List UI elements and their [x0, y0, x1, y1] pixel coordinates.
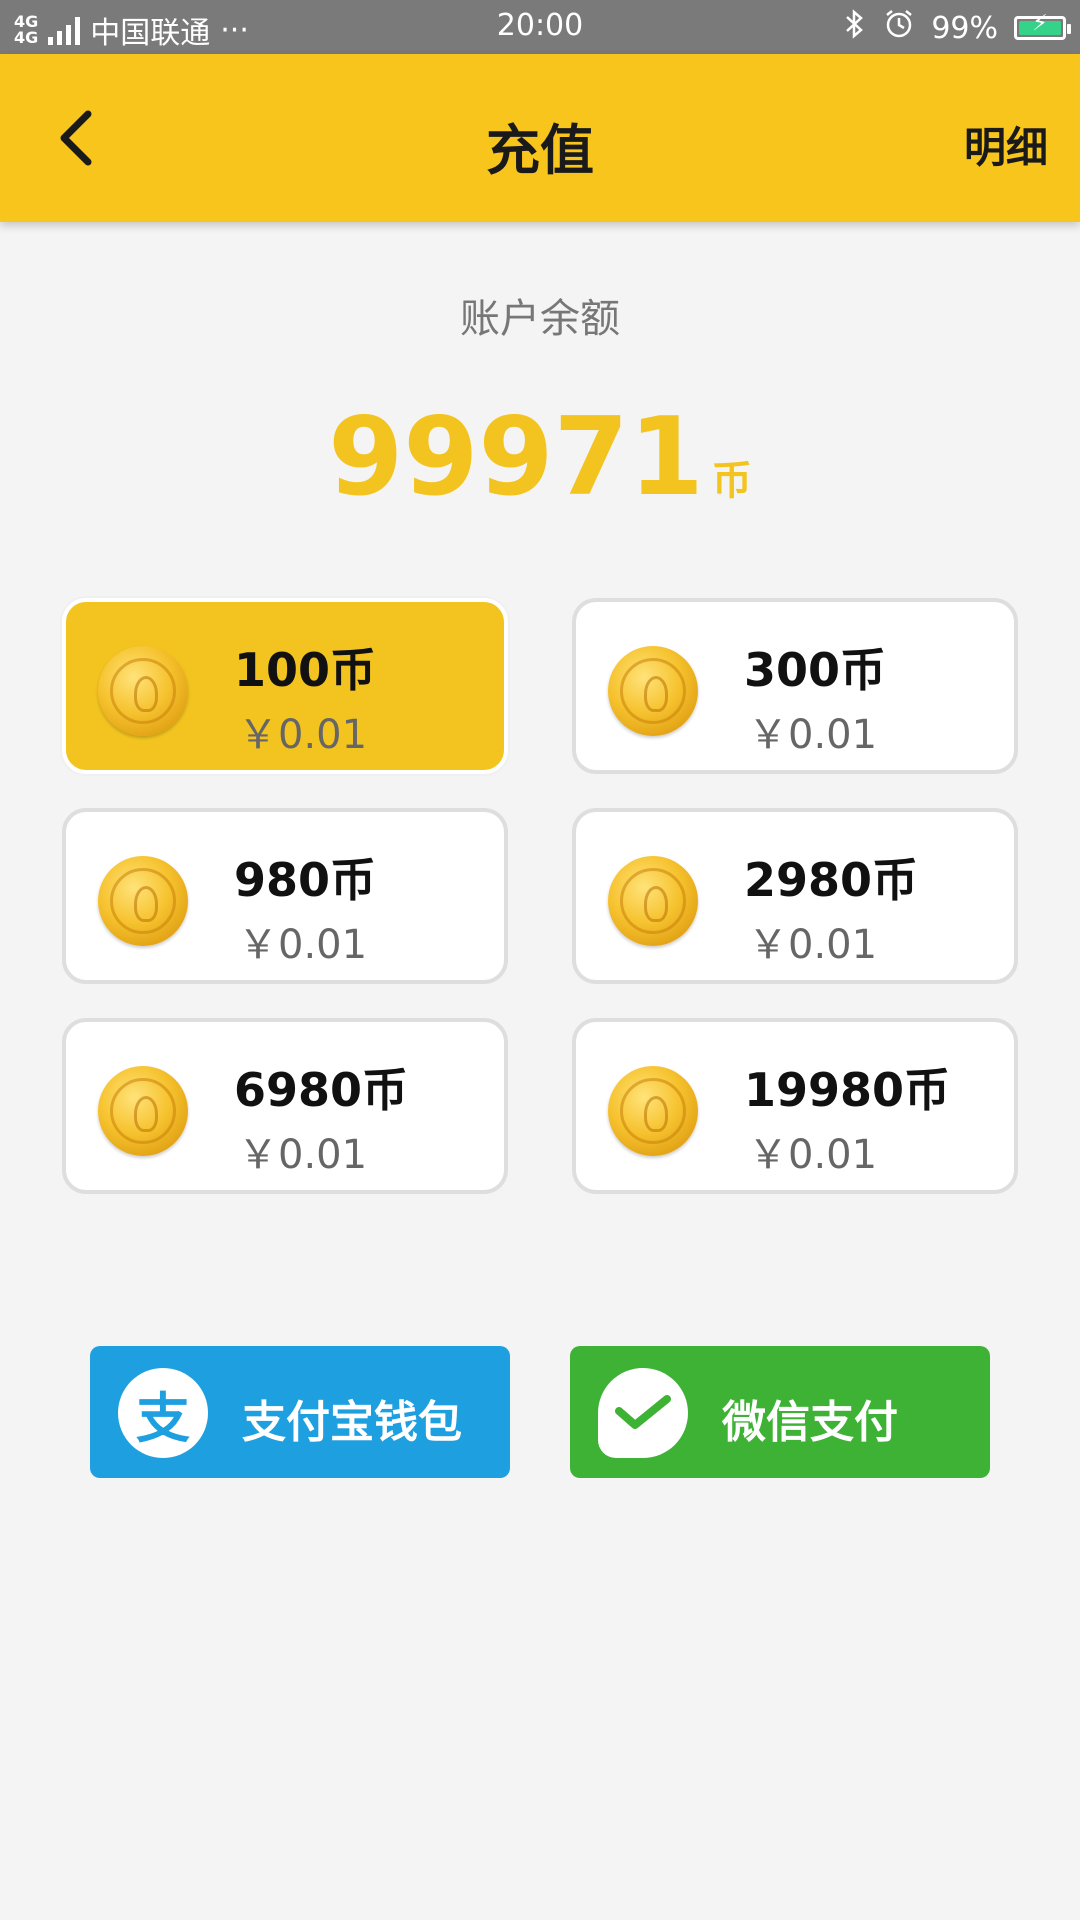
balance-unit: 币: [711, 458, 752, 504]
wechat-pay-button[interactable]: 微信支付: [570, 1346, 990, 1478]
alipay-button[interactable]: 支 支付宝钱包: [90, 1346, 510, 1478]
package-price: ￥0.01: [238, 922, 368, 968]
package-price: ￥0.01: [238, 712, 368, 758]
package-coins: 100币: [234, 643, 377, 697]
coin-icon: [608, 1066, 698, 1156]
package-card[interactable]: 980币 ￥0.01: [62, 808, 508, 984]
package-coins: 2980币: [744, 853, 919, 907]
package-card[interactable]: 2980币 ￥0.01: [572, 808, 1018, 984]
package-coins: 6980币: [234, 1063, 409, 1117]
package-card[interactable]: 300币 ￥0.01: [572, 598, 1018, 774]
coin-icon: [608, 646, 698, 736]
app-header: 充值 明细: [0, 54, 1080, 222]
package-price: ￥0.01: [748, 1132, 878, 1178]
coin-icon: [98, 646, 188, 736]
battery-percent: 99%: [931, 10, 998, 46]
package-price: ￥0.01: [238, 1132, 368, 1178]
package-coins: 19980币: [744, 1063, 951, 1117]
package-coins: 980币: [234, 853, 377, 907]
wechat-pay-icon: [598, 1368, 688, 1458]
alipay-label: 支付宝钱包: [242, 1397, 462, 1448]
package-card[interactable]: 19980币 ￥0.01: [572, 1018, 1018, 1194]
balance-display: 99971 币: [0, 395, 1080, 520]
wechat-pay-label: 微信支付: [722, 1397, 898, 1448]
page-title: 充值: [486, 119, 594, 182]
package-card[interactable]: 100币 ￥0.01: [62, 598, 508, 774]
package-card[interactable]: 6980币 ￥0.01: [62, 1018, 508, 1194]
package-coins: 300币: [744, 643, 887, 697]
coin-icon: [98, 1066, 188, 1156]
coin-icon: [608, 856, 698, 946]
package-price: ￥0.01: [748, 712, 878, 758]
alipay-icon: 支: [118, 1368, 208, 1458]
battery-icon: ⚡: [1014, 11, 1071, 40]
detail-link[interactable]: 明细: [964, 114, 1048, 175]
status-bar: 4G 4G 中国联通 ··· 20:00 99% ⚡: [0, 0, 1080, 54]
package-price: ￥0.01: [748, 922, 878, 968]
balance-label: 账户余额: [460, 296, 620, 342]
balance-amount: 99971: [328, 395, 704, 520]
coin-icon: [98, 856, 188, 946]
alarm-icon: [883, 8, 915, 48]
bluetooth-icon: [843, 8, 867, 48]
